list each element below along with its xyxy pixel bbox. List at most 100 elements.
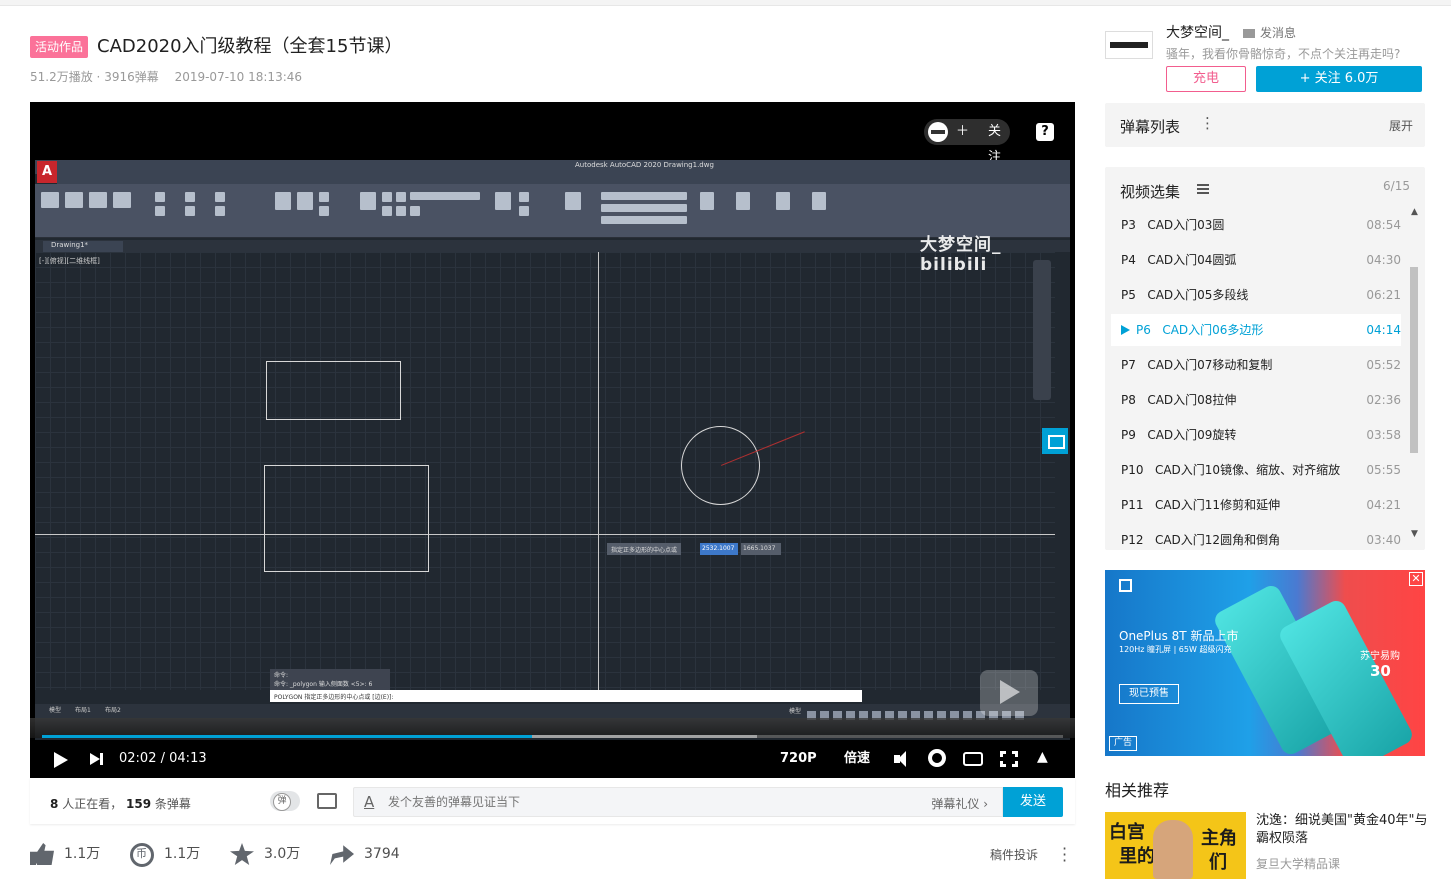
- ad-subtitle: 120Hz 瞳孔屏 | 65W 超级闪充: [1119, 645, 1232, 654]
- episode-item[interactable]: P10 CAD入门10镜像、缩放、对齐缩放 05:55: [1111, 454, 1401, 486]
- ad-preorder-button[interactable]: 现已预售: [1119, 684, 1179, 704]
- related-heading: 相关推荐: [1105, 781, 1170, 800]
- cad-drawing-grid: [35, 252, 1055, 690]
- play-icon[interactable]: [52, 744, 68, 774]
- follow-button[interactable]: + 关注 6.0万: [1256, 66, 1422, 92]
- share-arrow-icon: [330, 845, 354, 865]
- thumbs-up-icon: [30, 843, 54, 865]
- time-display: 02:02 / 04:13: [119, 751, 207, 766]
- danmaku-send-bar: 8 人正在看， 159 条弹幕 A 弹幕礼仪 › 发送: [30, 778, 1075, 824]
- cad-view-label: [-][俯视][二维线框]: [39, 257, 100, 265]
- speed-selector[interactable]: 倍速: [844, 744, 870, 774]
- cad-prompt-tooltip: 指定正多边形的中心点或: [607, 543, 682, 555]
- related-video-title[interactable]: 沈逸：细说美国"黄金40年"与霸权陨落: [1256, 812, 1436, 848]
- quality-selector[interactable]: 720P: [780, 744, 817, 774]
- cad-ribbon-tabs: [57, 174, 1070, 184]
- ad-close-icon[interactable]: ✕: [1409, 572, 1423, 586]
- episode-item-active[interactable]: P6 CAD入门06多边形 04:14: [1111, 314, 1401, 346]
- suning-30-logo: 30: [1370, 662, 1391, 680]
- play-count: 51.2万播放 · 3916弹幕: [30, 70, 159, 84]
- episode-count: 6/15: [1383, 179, 1410, 193]
- cad-coord-y: 1665.1037: [741, 543, 781, 555]
- episode-item[interactable]: P3 CAD入门03圆 08:54: [1111, 209, 1401, 241]
- cad-titlebar: Autodesk AutoCAD 2020 Drawing1.dwg: [35, 160, 1070, 174]
- uploader-description: 骚年，我看你骨骼惊奇，不点个关注再走吗?: [1166, 47, 1401, 61]
- danmaku-input-box[interactable]: A 弹幕礼仪 ›: [353, 787, 1003, 817]
- uploader-name[interactable]: 大梦空间_: [1166, 22, 1229, 42]
- cad-drawing-tab: Drawing1*: [43, 241, 123, 252]
- bilibili-tv-logo: [980, 670, 1038, 716]
- episode-list: 视频选集 6/15 P3 CAD入门03圆 08:54 P4 CAD入门04圆弧…: [1105, 167, 1425, 550]
- cad-rectangle-large: [264, 465, 429, 572]
- more-options-icon[interactable]: · · ·: [1062, 841, 1067, 869]
- progress-played[interactable]: [42, 735, 532, 738]
- publish-date: 2019-07-10 18:13:46: [174, 70, 303, 84]
- video-player[interactable]: ＋ 关注 ? Autodesk AutoCAD 2020 Drawing1.dw…: [30, 102, 1075, 778]
- charge-button[interactable]: 充电: [1166, 66, 1246, 92]
- danmaku-list-panel[interactable]: 弹幕列表 ⋮ 展开: [1105, 103, 1425, 147]
- fullscreen-icon[interactable]: [1035, 749, 1055, 769]
- suning-logo: 苏宁易购: [1360, 651, 1400, 662]
- danmaku-list-menu-icon[interactable]: ⋮: [1200, 114, 1215, 132]
- bilibili-watermark: 大梦空间_ bilibili: [920, 235, 1002, 275]
- cad-ribbon: [35, 184, 1070, 238]
- send-danmaku-button[interactable]: 发送: [1003, 787, 1063, 817]
- player-follow-button[interactable]: ＋ 关注: [924, 119, 1010, 165]
- episode-item[interactable]: P7 CAD入门07移动和复制 05:52: [1111, 349, 1401, 381]
- danmaku-list-expand[interactable]: 展开: [1389, 117, 1413, 134]
- cad-coord-x: 2532.1007: [700, 543, 738, 555]
- ad-label: 广告: [1109, 736, 1138, 751]
- danmaku-input[interactable]: [388, 793, 908, 811]
- cad-rectangle-small: [266, 361, 401, 420]
- crosshair-horizontal: [35, 534, 1055, 535]
- speaker-photo: [1153, 820, 1193, 879]
- cad-navigation-bar: [1033, 260, 1051, 400]
- cad-command-line: POLYGON 指定正多边形的中心点或 [边(E)]:: [270, 690, 862, 702]
- cad-document-tabs: Drawing1*: [35, 240, 1070, 252]
- ad-title: OnePlus 8T 新品上市: [1119, 629, 1239, 643]
- report-link[interactable]: 稿件投诉: [990, 846, 1038, 863]
- settings-gear-icon[interactable]: [928, 749, 946, 767]
- coin-icon: [130, 843, 154, 867]
- activity-tag[interactable]: 活动作品: [30, 36, 89, 58]
- list-icon: [1197, 184, 1209, 194]
- episode-list-title: 视频选集: [1120, 183, 1181, 201]
- danmaku-etiquette-link[interactable]: 弹幕礼仪 ›: [931, 795, 988, 812]
- next-episode-icon[interactable]: [90, 744, 104, 774]
- autocad-logo: A: [37, 161, 57, 183]
- ad-share-icon: [1119, 579, 1132, 592]
- star-icon: [230, 843, 254, 865]
- send-message-link[interactable]: 发消息: [1243, 24, 1296, 41]
- episode-item[interactable]: P4 CAD入门04圆弧 04:30: [1111, 244, 1401, 276]
- video-frame: Autodesk AutoCAD 2020 Drawing1.dwg A Dra…: [35, 160, 1070, 740]
- cad-window-title: Autodesk AutoCAD 2020 Drawing1.dwg: [575, 161, 714, 169]
- help-icon[interactable]: ?: [1036, 123, 1054, 141]
- episode-item[interactable]: P8 CAD入门08拉伸 02:36: [1111, 384, 1401, 416]
- episode-item[interactable]: P5 CAD入门05多段线 06:21: [1111, 279, 1401, 311]
- danmaku-toggle[interactable]: [270, 791, 300, 811]
- crosshair-vertical: [598, 252, 599, 690]
- uploader-avatar[interactable]: [1105, 31, 1153, 59]
- scroll-down-icon[interactable]: ▼: [1411, 529, 1418, 539]
- uploader-mini-avatar: [928, 122, 948, 142]
- episode-item[interactable]: P12 CAD入门12圆角和倒角 03:40: [1111, 524, 1401, 550]
- top-divider: [0, 0, 1451, 6]
- now-playing-icon: [1121, 325, 1130, 335]
- danmaku-settings-icon[interactable]: [317, 793, 337, 809]
- web-fullscreen-icon[interactable]: [1000, 751, 1018, 767]
- episode-item[interactable]: P9 CAD入门09旋转 03:58: [1111, 419, 1401, 451]
- video-title: CAD2020入门级教程（全套15节课）: [97, 36, 403, 57]
- video-meta: 51.2万播放 · 3916弹幕 2019-07-10 18:13:46: [30, 68, 314, 85]
- related-thumbnail[interactable]: 白宫 里的 主角 们: [1105, 812, 1246, 879]
- viewer-count: 8 人正在看， 159 条弹幕: [50, 797, 191, 811]
- advertisement-banner[interactable]: ✕ OnePlus 8T 新品上市 120Hz 瞳孔屏 | 65W 超级闪充 现…: [1105, 570, 1425, 756]
- danmaku-list-title: 弹幕列表: [1120, 118, 1181, 136]
- scroll-up-icon[interactable]: ▲: [1411, 207, 1418, 217]
- text-style-icon[interactable]: A: [364, 793, 374, 811]
- episode-scrollbar[interactable]: [1410, 267, 1418, 453]
- widescreen-icon[interactable]: [963, 752, 983, 766]
- picture-in-picture-icon[interactable]: [1042, 428, 1068, 454]
- related-video-uploader[interactable]: 复旦大学精品课: [1256, 855, 1340, 872]
- episode-item[interactable]: P11 CAD入门11修剪和延伸 04:21: [1111, 489, 1401, 521]
- volume-icon[interactable]: [892, 749, 912, 769]
